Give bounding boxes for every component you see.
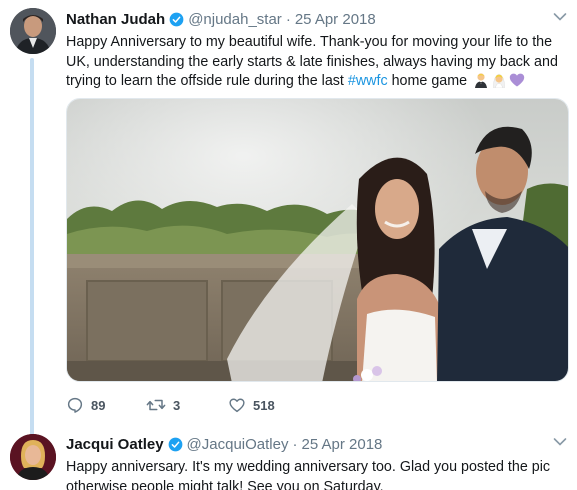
tweet-header: Jacqui Oatley @JacquiOatley · 25 Apr 201… (66, 434, 553, 454)
author-handle[interactable]: @njudah_star (188, 11, 282, 28)
retweet-button[interactable]: 3 (146, 396, 228, 414)
verified-badge-icon (169, 12, 184, 26)
separator-dot: · (285, 10, 291, 28)
like-count: 518 (253, 397, 275, 413)
author-handle[interactable]: @JacquiOatley (187, 436, 289, 453)
reply-button[interactable]: 89 (66, 396, 146, 414)
tweet-date[interactable]: 25 Apr 2018 (295, 11, 376, 28)
verified-badge-icon (168, 437, 182, 451)
author-name[interactable]: Jacqui Oatley (66, 436, 164, 453)
avatar[interactable] (10, 434, 56, 480)
tweet-nathan-judah: Nathan Judah @njudah_star · 25 Apr 2018 … (0, 0, 577, 438)
avatar[interactable] (10, 8, 56, 54)
author-name[interactable]: Nathan Judah (66, 11, 165, 28)
retweet-count: 3 (173, 397, 181, 413)
reply-icon (67, 397, 83, 413)
chevron-down-icon[interactable] (553, 437, 567, 447)
like-button[interactable]: 518 (228, 396, 318, 414)
hashtag-link[interactable]: #wwfc (348, 73, 388, 89)
tweet-text: Happy anniversary. It's my wedding anniv… (66, 459, 551, 490)
tweet-text-part: home game (387, 73, 472, 89)
man-in-tuxedo-emoji (475, 73, 488, 88)
heart-icon (229, 398, 245, 413)
separator-dot: · (292, 435, 298, 453)
reply-count: 89 (91, 397, 106, 413)
tweet-photo[interactable] (66, 98, 569, 382)
tweet-date[interactable]: 25 Apr 2018 (302, 436, 383, 453)
purple-heart-emoji (509, 73, 525, 87)
chevron-down-icon[interactable] (553, 12, 567, 22)
tweet-jacqui-oatley: Jacqui Oatley @JacquiOatley · 25 Apr 201… (0, 425, 577, 490)
tweet-header: Nathan Judah @njudah_star · 25 Apr 2018 (66, 9, 553, 29)
tweet-actions: 89 3 518 (66, 394, 318, 416)
tweet-text: Happy Anniversary to my beautiful wife. … (66, 33, 566, 92)
thread-line (30, 58, 34, 438)
retweet-icon (146, 399, 166, 411)
bride-with-veil-emoji (493, 73, 505, 88)
